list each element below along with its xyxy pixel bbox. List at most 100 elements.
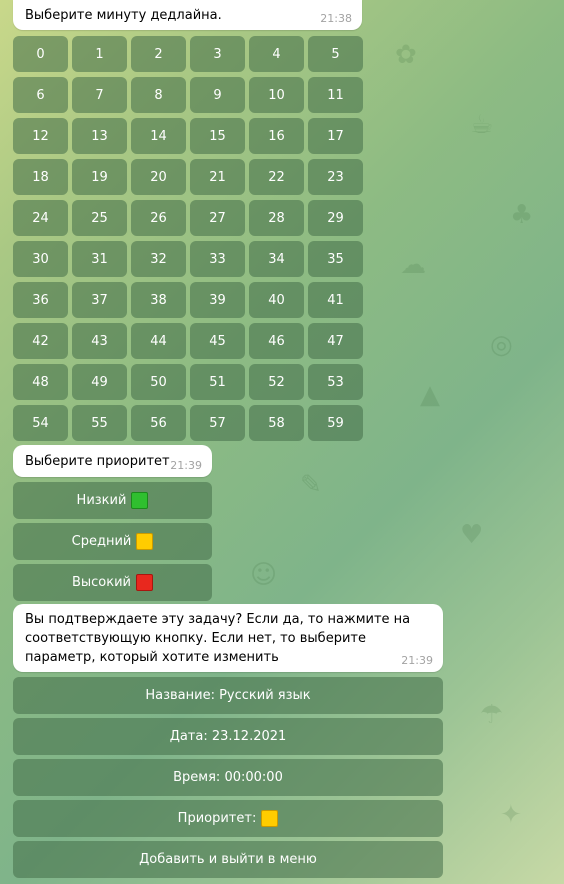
minute-button-45[interactable]: 45 — [190, 323, 245, 359]
minute-button-22[interactable]: 22 — [249, 159, 304, 195]
minute-keyboard-row: 18 19 20 21 22 23 — [13, 159, 363, 195]
minute-button-0[interactable]: 0 — [13, 36, 68, 72]
minute-button-35[interactable]: 35 — [308, 241, 363, 277]
minute-button-49[interactable]: 49 — [72, 364, 127, 400]
minute-button-48[interactable]: 48 — [13, 364, 68, 400]
minute-button-21[interactable]: 21 — [190, 159, 245, 195]
minute-button-15[interactable]: 15 — [190, 118, 245, 154]
minute-button-23[interactable]: 23 — [308, 159, 363, 195]
minute-button-43[interactable]: 43 — [72, 323, 127, 359]
minute-button-5[interactable]: 5 — [308, 36, 363, 72]
wallpaper-doodle: ☁ — [400, 250, 426, 280]
minute-button-14[interactable]: 14 — [131, 118, 186, 154]
minute-button-53[interactable]: 53 — [308, 364, 363, 400]
message-time: 21:38 — [320, 12, 352, 25]
minute-button-47[interactable]: 47 — [308, 323, 363, 359]
minute-button-50[interactable]: 50 — [131, 364, 186, 400]
minute-keyboard-row: 012345 — [13, 36, 363, 72]
minute-keyboard-row: 30 31 32 33 34 35 — [13, 241, 363, 277]
wallpaper-doodle: ♥ — [460, 520, 484, 550]
minute-button-32[interactable]: 32 — [131, 241, 186, 277]
minute-button-12[interactable]: 12 — [13, 118, 68, 154]
minute-prompt-message: Выберите минуту дедлайна. 21:38 — [13, 0, 362, 30]
minute-button-57[interactable]: 57 — [190, 405, 245, 441]
priority-medium-button[interactable]: Средний — [13, 523, 212, 560]
minute-button-9[interactable]: 9 — [190, 77, 245, 113]
wallpaper-doodle: ☂ — [480, 700, 504, 730]
minute-keyboard-row: 48 49 50 51 52 53 — [13, 364, 363, 400]
minute-button-20[interactable]: 20 — [131, 159, 186, 195]
red-square-icon — [136, 574, 154, 591]
priority-prompt-message: Выберите приоритет 21:39 — [13, 445, 212, 477]
minute-button-33[interactable]: 33 — [190, 241, 245, 277]
wallpaper-doodle: ✎ — [300, 470, 322, 500]
minute-button-39[interactable]: 39 — [190, 282, 245, 318]
minute-button-18[interactable]: 18 — [13, 159, 68, 195]
button-label: Время: 00:00:00 — [173, 770, 283, 785]
minute-button-51[interactable]: 51 — [190, 364, 245, 400]
button-label: Низкий — [76, 493, 127, 508]
minute-button-24[interactable]: 24 — [13, 200, 68, 236]
edit-priority-button[interactable]: Приоритет: — [13, 800, 443, 837]
minute-button-10[interactable]: 10 — [249, 77, 304, 113]
minute-button-31[interactable]: 31 — [72, 241, 127, 277]
wallpaper-doodle: ♣ — [510, 200, 534, 230]
message-time: 21:39 — [401, 654, 433, 667]
wallpaper-doodle: ✿ — [395, 40, 417, 70]
button-label: Название: Русский язык — [145, 688, 311, 703]
minute-keyboard: 0 1 2 3 4 5 6 7 8 9 10 11 12 13 14 15 16 17 18 19 20 21 22 23 24… — [13, 36, 363, 446]
button-label: Дата: 23.12.2021 — [169, 729, 287, 744]
button-label: Добавить и выйти в меню — [139, 852, 317, 867]
minute-button-52[interactable]: 52 — [249, 364, 304, 400]
message-text: Выберите минуту дедлайна. — [25, 8, 222, 23]
minute-button-41[interactable]: 41 — [308, 282, 363, 318]
minute-button-46[interactable]: 46 — [249, 323, 304, 359]
minute-button-42[interactable]: 42 — [13, 323, 68, 359]
minute-button-28[interactable]: 28 — [249, 200, 304, 236]
minute-button-37[interactable]: 37 — [72, 282, 127, 318]
minute-button-38[interactable]: 38 — [131, 282, 186, 318]
minute-button-4[interactable]: 4 — [249, 36, 304, 72]
button-label: Приоритет: — [177, 811, 257, 826]
minute-button-30[interactable]: 30 — [13, 241, 68, 277]
wallpaper-doodle: ☺ — [250, 560, 278, 590]
button-label: Высокий — [71, 575, 132, 590]
wallpaper-doodle: ◎ — [490, 330, 513, 360]
priority-high-button[interactable]: Высокий — [13, 564, 212, 601]
minute-button-36[interactable]: 36 — [13, 282, 68, 318]
minute-button-44[interactable]: 44 — [131, 323, 186, 359]
minute-button-2[interactable]: 2 — [131, 36, 186, 72]
minute-button-56[interactable]: 56 — [131, 405, 186, 441]
minute-button-34[interactable]: 34 — [249, 241, 304, 277]
minute-button-1[interactable]: 1 — [72, 36, 127, 72]
wallpaper-doodle: ☕ — [470, 110, 494, 140]
priority-low-button[interactable]: Низкий — [13, 482, 212, 519]
minute-button-26[interactable]: 26 — [131, 200, 186, 236]
edit-name-button[interactable]: Название: Русский язык — [13, 677, 443, 714]
minute-button-13[interactable]: 13 — [72, 118, 127, 154]
minute-button-3[interactable]: 3 — [190, 36, 245, 72]
edit-time-button[interactable]: Время: 00:00:00 — [13, 759, 443, 796]
minute-button-6[interactable]: 6 — [13, 77, 68, 113]
minute-button-40[interactable]: 40 — [249, 282, 304, 318]
minute-button-29[interactable]: 29 — [308, 200, 363, 236]
minute-button-16[interactable]: 16 — [249, 118, 304, 154]
minute-keyboard-row: 24 25 26 27 28 29 — [13, 200, 363, 236]
minute-button-59[interactable]: 59 — [308, 405, 363, 441]
confirm-prompt-message: Вы подтверждаете эту задачу? Если да, то… — [13, 604, 443, 672]
minute-button-25[interactable]: 25 — [72, 200, 127, 236]
minute-button-7[interactable]: 7 — [72, 77, 127, 113]
message-text: Вы подтверждаете эту задачу? Если да, то… — [25, 612, 411, 665]
minute-button-19[interactable]: 19 — [72, 159, 127, 195]
minute-keyboard-row: 36 37 38 39 40 41 — [13, 282, 363, 318]
add-and-exit-button[interactable]: Добавить и выйти в меню — [13, 841, 443, 878]
yellow-square-icon — [261, 810, 279, 827]
minute-button-27[interactable]: 27 — [190, 200, 245, 236]
minute-button-8[interactable]: 8 — [131, 77, 186, 113]
minute-button-55[interactable]: 55 — [72, 405, 127, 441]
minute-button-58[interactable]: 58 — [249, 405, 304, 441]
edit-date-button[interactable]: Дата: 23.12.2021 — [13, 718, 443, 755]
minute-button-17[interactable]: 17 — [308, 118, 363, 154]
minute-button-54[interactable]: 54 — [13, 405, 68, 441]
minute-button-11[interactable]: 11 — [308, 77, 363, 113]
